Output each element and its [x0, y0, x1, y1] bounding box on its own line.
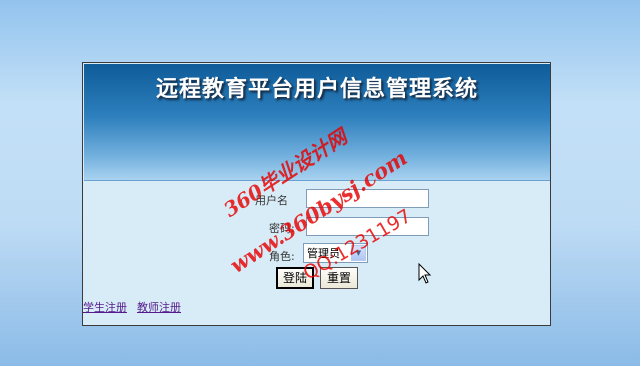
role-label: 角色:: [269, 250, 295, 263]
reset-button[interactable]: 重置: [320, 267, 358, 289]
student-register-link[interactable]: 学生注册: [83, 299, 127, 315]
role-select[interactable]: 管理员 ▼: [303, 243, 368, 263]
chevron-down-icon[interactable]: ▼: [351, 245, 366, 261]
role-selected-value: 管理员: [307, 247, 340, 260]
password-field[interactable]: [306, 217, 429, 236]
login-panel: 远程教育平台用户信息管理系统 用户名 密码: 角色: 管理员 ▼ 登陆 重置 学…: [82, 62, 551, 326]
username-field[interactable]: [306, 189, 429, 208]
login-button[interactable]: 登陆: [276, 267, 314, 289]
username-label: 用户名: [255, 194, 288, 207]
teacher-register-link[interactable]: 教师注册: [137, 299, 181, 315]
password-label: 密码:: [269, 222, 295, 235]
header-banner: 远程教育平台用户信息管理系统: [84, 64, 550, 181]
page-title: 远程教育平台用户信息管理系统: [155, 76, 478, 102]
